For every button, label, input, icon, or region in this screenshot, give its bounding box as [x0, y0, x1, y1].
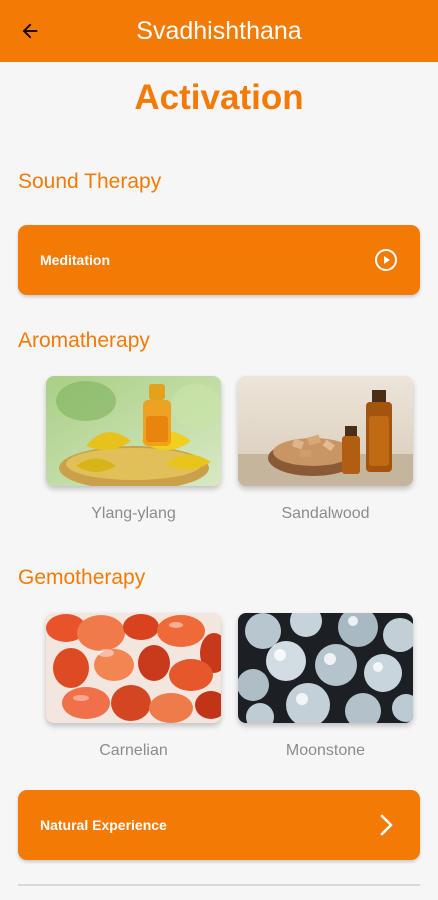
moonstone-image [238, 613, 413, 723]
ylang-ylang-label: Ylang-ylang [91, 505, 176, 522]
section-title-sound-therapy: Sound Therapy [18, 170, 162, 193]
sandalwood-image [238, 376, 413, 486]
moonstone-card[interactable] [238, 613, 413, 723]
sandalwood-label: Sandalwood [281, 505, 370, 522]
divider [18, 884, 420, 886]
natural-experience-button[interactable]: Natural Experience [18, 790, 420, 860]
natural-experience-button-label: Natural Experience [40, 817, 167, 833]
chevron-right-icon [380, 814, 393, 836]
carnelian-label: Carnelian [99, 742, 168, 759]
play-circle-icon [375, 249, 397, 271]
section-title-gemotherapy: Gemotherapy [18, 566, 146, 589]
page-title: Activation [134, 78, 304, 117]
ylang-ylang-card[interactable] [46, 376, 221, 486]
meditation-button-label: Meditation [40, 252, 110, 268]
app-bar: Svadhishthana [0, 0, 438, 62]
ylang-ylang-image [46, 376, 221, 486]
moonstone-label: Moonstone [285, 742, 366, 759]
carnelian-card[interactable] [46, 613, 221, 723]
carnelian-image [46, 613, 221, 723]
app-bar-title: Svadhishthana [136, 17, 302, 45]
meditation-button[interactable]: Meditation [18, 225, 420, 295]
section-title-aromatherapy: Aromatherapy [18, 329, 150, 352]
sandalwood-card[interactable] [238, 376, 413, 486]
